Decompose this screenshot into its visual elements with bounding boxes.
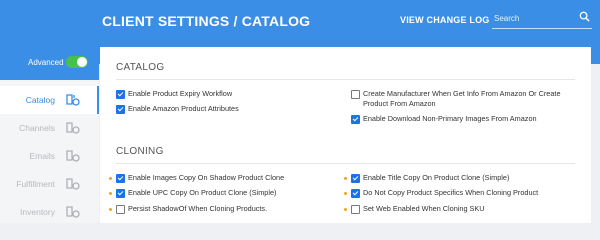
sidebar-item-fulfillment[interactable]: Fulfillment [0, 170, 99, 198]
sidebar-item-label: Fulfillment [16, 179, 55, 189]
checkbox[interactable] [116, 90, 125, 99]
modified-indicator [109, 208, 112, 211]
option-label: Enable UPC Copy On Product Clone (Simple… [128, 188, 277, 197]
sidebar: Advanced Catalog Channels Emails Fulfill… [0, 40, 99, 223]
option-label-line2: Product From Amazon [363, 99, 436, 108]
option-label: Enable Product Expiry Workflow [128, 89, 233, 98]
search-input[interactable] [492, 10, 576, 26]
checkbox[interactable] [116, 105, 125, 114]
option-label: Enable Download Non-Primary Images From … [363, 114, 537, 123]
checkbox[interactable] [351, 189, 360, 198]
advanced-label: Advanced [28, 58, 64, 67]
toggle-knob [77, 57, 87, 67]
emails-icon [66, 150, 80, 162]
page-title: CLIENT SETTINGS / CATALOG [102, 13, 311, 29]
checkbox[interactable] [351, 174, 360, 183]
option-label: Enable Amazon Product Attributes [128, 104, 239, 113]
sidebar-item-emails[interactable]: Emails [0, 142, 99, 170]
checkbox[interactable] [351, 115, 360, 124]
sidebar-item-inventory[interactable]: Inventory [0, 198, 99, 226]
option-label: Do Not Copy Product Specifics When Cloni… [363, 188, 539, 197]
modified-indicator [109, 192, 112, 195]
catalog-section-title: CATALOG [116, 62, 165, 73]
checkbox[interactable] [116, 205, 125, 214]
checkbox[interactable] [116, 174, 125, 183]
settings-card: CATALOG Enable Product Expiry Workflow E… [100, 47, 591, 223]
fulfillment-icon [66, 178, 80, 190]
option-label: Enable Images Copy On Shadow Product Clo… [128, 173, 285, 182]
view-change-log-link[interactable]: VIEW CHANGE LOG [400, 15, 490, 25]
sidebar-nav: Catalog Channels Emails Fulfillment Inve… [0, 80, 99, 223]
sidebar-item-catalog[interactable]: Catalog [0, 86, 99, 114]
option-label: Persist ShadowOf When Cloning Products. [128, 204, 268, 213]
cloning-section-title: CLONING [116, 146, 164, 157]
checkbox[interactable] [351, 205, 360, 214]
catalog-icon [66, 94, 80, 106]
inventory-icon [66, 206, 80, 218]
search-icon[interactable] [579, 11, 590, 22]
modified-indicator [109, 177, 112, 180]
option-label: Create Manufacturer When Get Info From A… [363, 89, 561, 98]
checkbox[interactable] [116, 189, 125, 198]
modified-indicator [344, 177, 347, 180]
sidebar-item-label: Inventory [20, 207, 55, 217]
option-label: Enable Title Copy On Product Clone (Simp… [363, 173, 510, 182]
modified-indicator [344, 192, 347, 195]
modified-indicator [344, 208, 347, 211]
sidebar-item-label: Channels [19, 123, 55, 133]
checkbox[interactable] [351, 90, 360, 99]
section-divider [116, 163, 575, 164]
channels-icon [66, 122, 80, 134]
sidebar-item-label: Emails [29, 151, 55, 161]
section-divider [116, 79, 575, 80]
sidebar-item-channels[interactable]: Channels [0, 114, 99, 142]
sidebar-item-label: Catalog [25, 95, 55, 105]
search-box[interactable] [492, 8, 592, 29]
advanced-toggle[interactable] [66, 56, 88, 68]
option-label: Set Web Enabled When Cloning SKU [363, 204, 485, 213]
